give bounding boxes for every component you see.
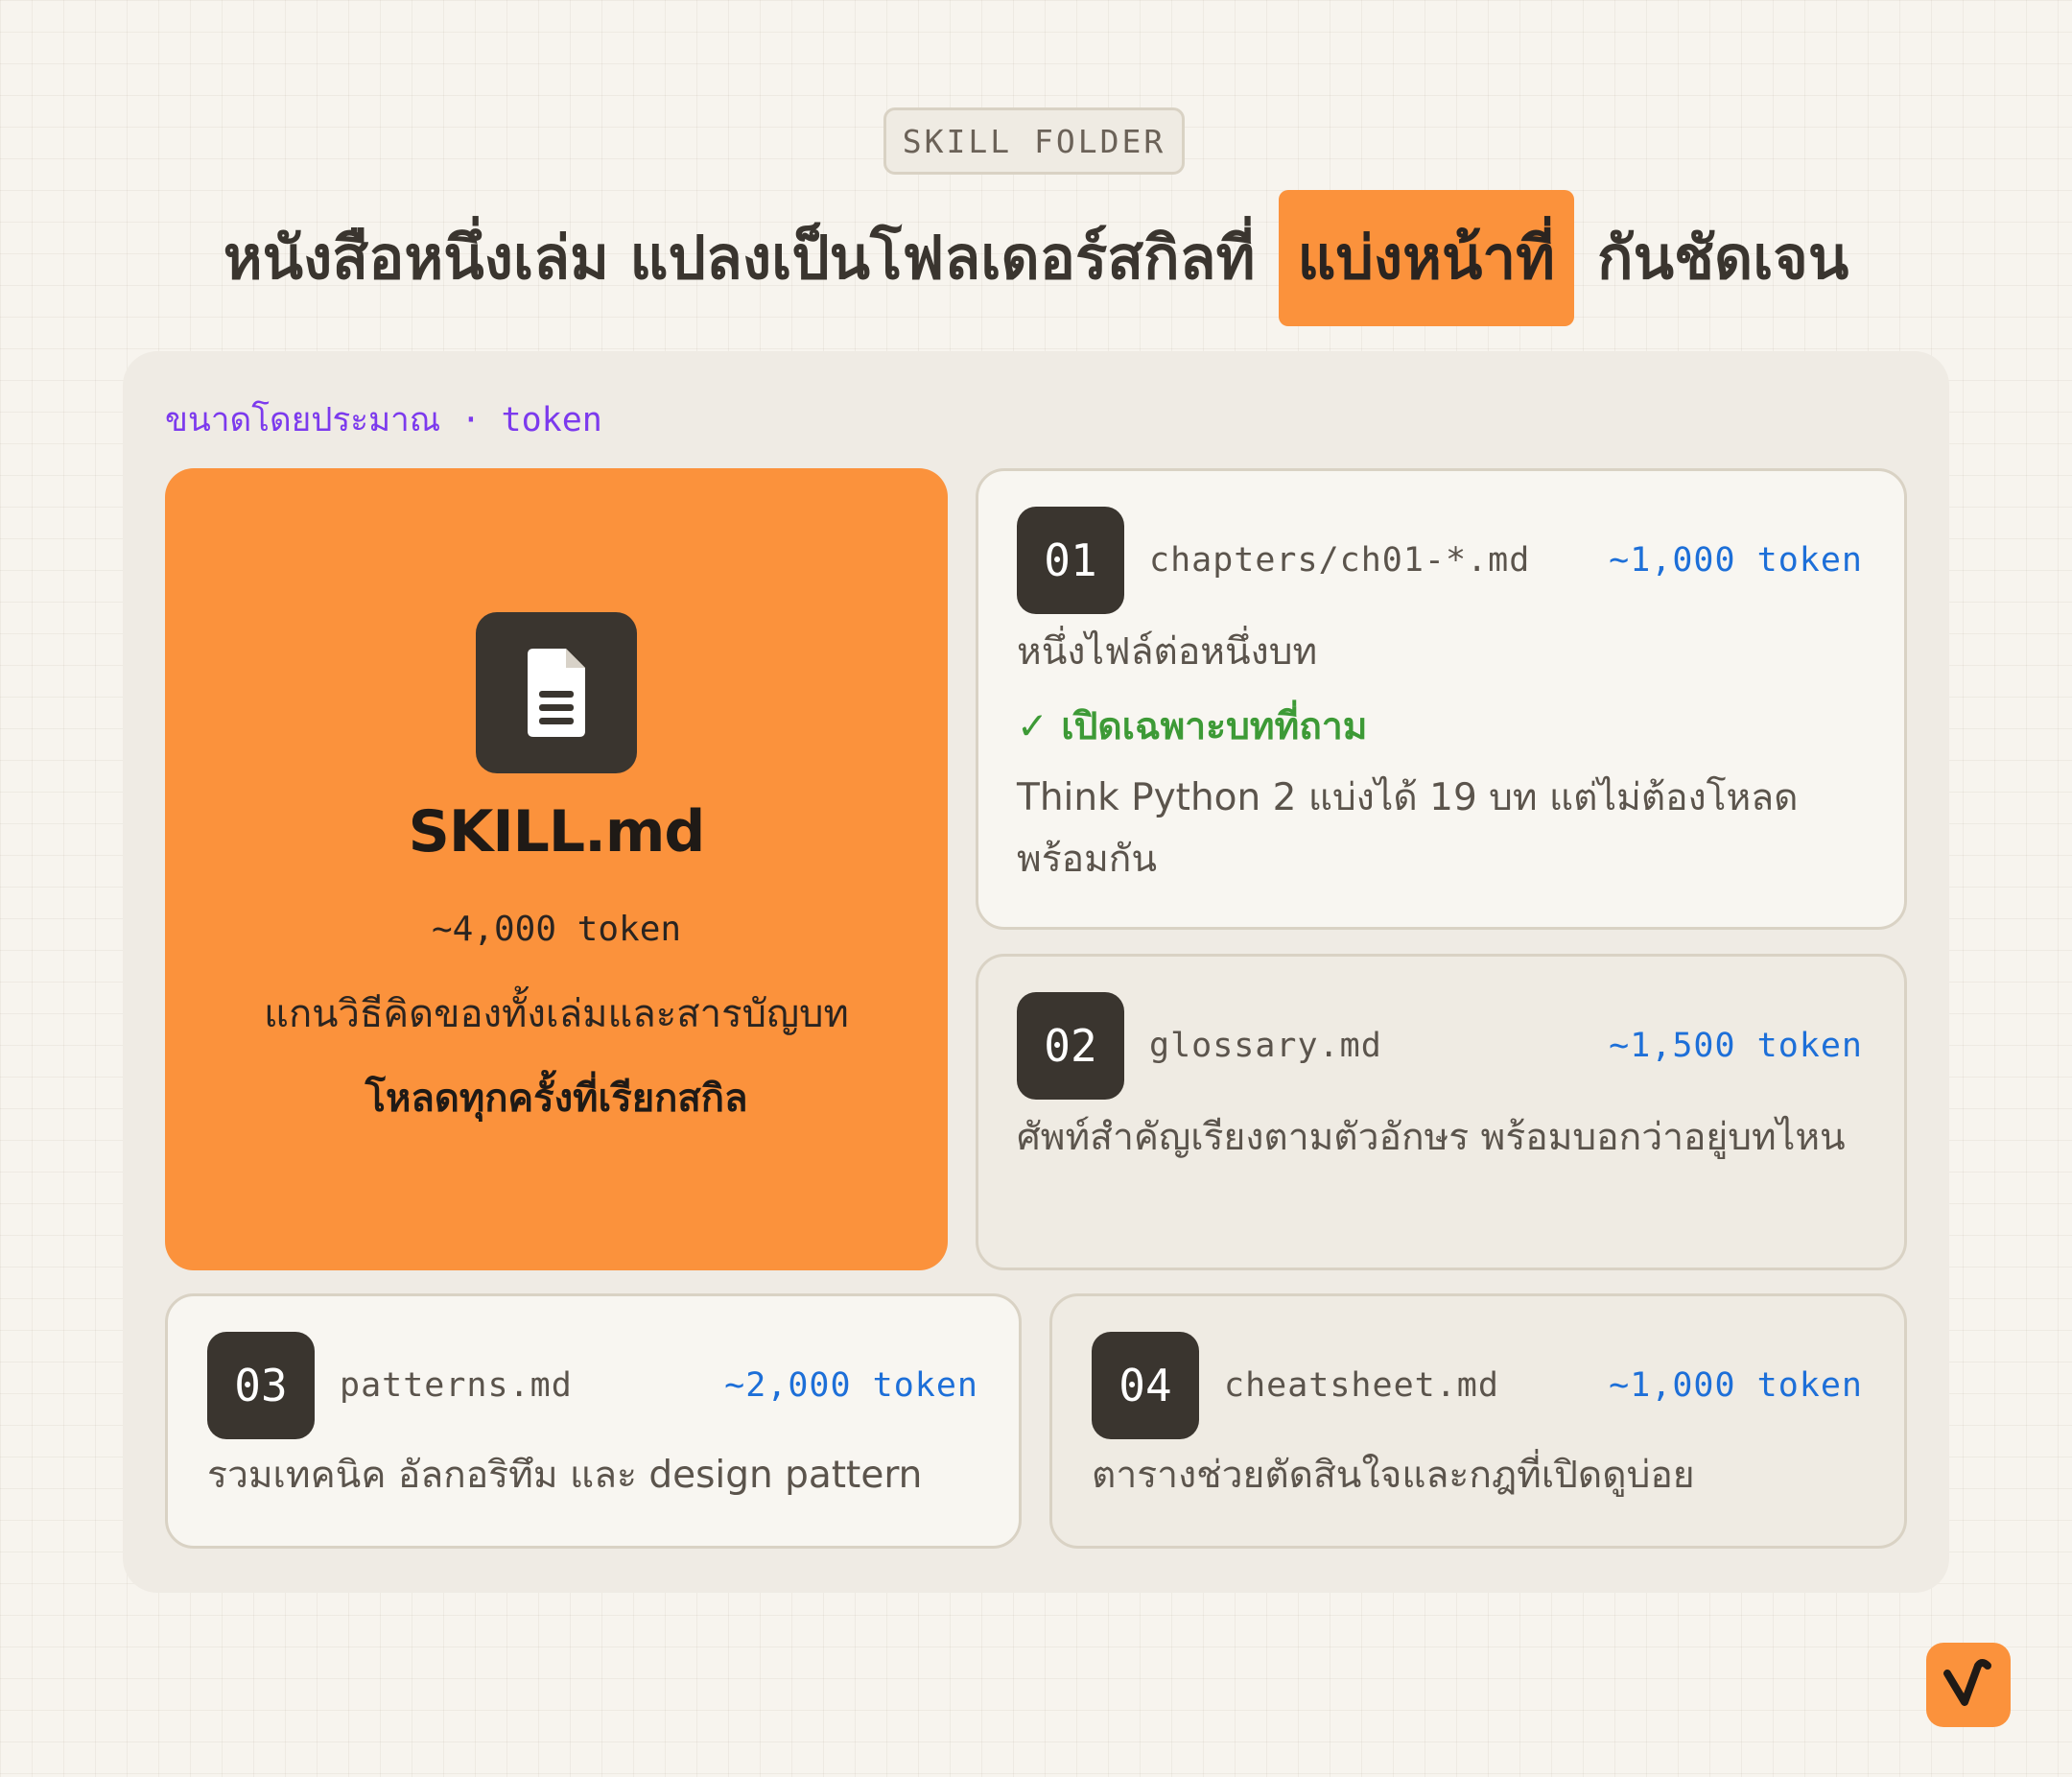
file-description: ตารางช่วยตัดสินใจและกฎที่เปิดดูบ่อย: [1092, 1454, 1695, 1497]
brand-logo-icon: [1926, 1643, 2011, 1727]
file-name: chapters/ch01-*.md: [1149, 541, 1531, 580]
skill-file-name: SKILL.md: [408, 798, 706, 865]
file-description: หนึ่งไฟล์ต่อหนึ่งบท: [1017, 630, 1318, 674]
file-name: cheatsheet.md: [1224, 1366, 1499, 1405]
size-label: ขนาดโดยประมาณ · token: [165, 400, 602, 439]
skill-description: แกนวิธีคิดของทั้งเล่มและสารบัญบท: [264, 992, 849, 1036]
folder-tag: SKILL FOLDER: [883, 107, 1185, 175]
file-number-badge: 03: [207, 1332, 315, 1439]
title-part-2: กันชัดเจน: [1597, 223, 1849, 293]
file-token-count: ~2,000 token: [724, 1366, 978, 1405]
file-token-count: ~1,500 token: [1609, 1027, 1863, 1065]
file-name: glossary.md: [1149, 1027, 1382, 1065]
file-number-badge: 01: [1017, 507, 1124, 614]
skill-load-note: โหลดทุกครั้งที่เรียกสกิล: [365, 1077, 748, 1121]
file-token-count: ~1,000 token: [1609, 1366, 1863, 1405]
document-icon: [476, 612, 637, 773]
file-description: ศัพท์สำคัญเรียงตามตัวอักษร พร้อมบอกว่าอย…: [1017, 1116, 1846, 1159]
title-highlight: แบ่งหน้าที่: [1278, 190, 1575, 326]
skill-card: [165, 468, 948, 1270]
file-check-note: ✓ เปิดเฉพาะบทที่ถาม: [1017, 705, 1368, 748]
file-token-count: ~1,000 token: [1609, 541, 1863, 580]
file-description: รวมเทคนิค อัลกอริทึม และ design pattern: [207, 1454, 923, 1497]
page-title: หนังสือหนึ่งเล่ม แปลงเป็นโฟลเดอร์สกิลที่…: [0, 190, 2072, 326]
file-number-badge: 04: [1092, 1332, 1199, 1439]
file-name: patterns.md: [340, 1366, 573, 1405]
skill-token-count: ~4,000 token: [431, 910, 682, 949]
file-note: Think Python 2 แบ่งได้ 19 บท แต่ไม่ต้องโ…: [1017, 776, 1799, 881]
file-number-badge: 02: [1017, 992, 1124, 1100]
title-part-1: หนังสือหนึ่งเล่ม แปลงเป็นโฟลเดอร์สกิลที่: [223, 223, 1256, 293]
